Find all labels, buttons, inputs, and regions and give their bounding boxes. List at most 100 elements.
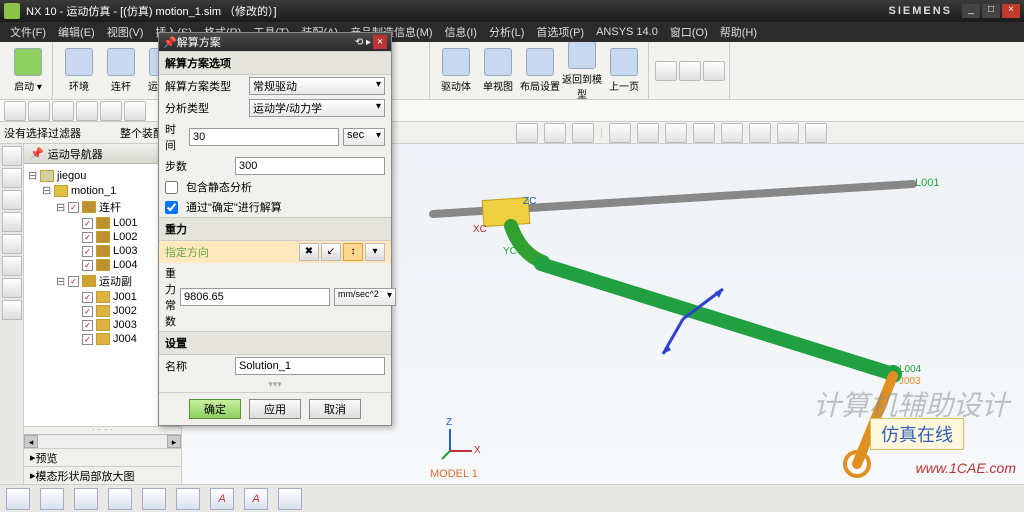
steps-input[interactable]	[235, 157, 385, 175]
part-icon[interactable]	[2, 168, 22, 188]
apply-button[interactable]: 应用	[249, 399, 301, 419]
snap-icon[interactable]	[721, 123, 743, 143]
menubar: 文件(F)编辑(E)视图(V)插入(S)格式(R)工具(T)装配(A)产品制造信…	[0, 22, 1024, 42]
menu-item[interactable]: 编辑(E)	[52, 24, 101, 40]
reuse-icon[interactable]	[2, 234, 22, 254]
bottom-tool-icon[interactable]	[6, 488, 30, 510]
assembly-icon[interactable]	[2, 190, 22, 210]
scrollbar-horizontal[interactable]: ◂▸	[24, 434, 181, 448]
vector-pick-icon[interactable]: ↙	[321, 243, 341, 261]
dialog-pin-icon[interactable]: 📌	[163, 36, 177, 49]
link-button[interactable]: 连杆	[101, 48, 141, 93]
type-label: 解算方案类型	[165, 78, 245, 94]
vector-reverse-icon[interactable]: ↕	[343, 243, 363, 261]
tool-icon[interactable]	[100, 101, 122, 121]
web-icon[interactable]	[2, 300, 22, 320]
tool-icon[interactable]	[679, 61, 701, 81]
tree-node[interactable]: L002	[28, 230, 177, 244]
close-button[interactable]: ×	[1002, 4, 1020, 18]
tree-node[interactable]: L001	[28, 216, 177, 230]
svg-text:L001: L001	[915, 177, 939, 189]
tree-node[interactable]: J001	[28, 290, 177, 304]
bottom-tool-icon[interactable]	[74, 488, 98, 510]
tool-icon[interactable]	[4, 101, 26, 121]
tree-node[interactable]: J002	[28, 304, 177, 318]
view-tool-icon[interactable]	[544, 123, 566, 143]
tool-icon[interactable]	[76, 101, 98, 121]
prev-button[interactable]: 上一页	[604, 48, 644, 93]
layout-button[interactable]: 布局设置	[520, 48, 560, 93]
view-tool-icon[interactable]	[516, 123, 538, 143]
driver-button[interactable]: 驱动体	[436, 48, 476, 93]
tool-icon[interactable]	[52, 101, 74, 121]
tree-node[interactable]: ⊟jiegou	[28, 168, 177, 183]
snap-icon[interactable]	[637, 123, 659, 143]
time-unit-select[interactable]: sec	[343, 128, 385, 146]
time-input[interactable]	[189, 128, 339, 146]
env-button[interactable]: 环境	[59, 48, 99, 93]
tree-node[interactable]: L004	[28, 258, 177, 272]
menu-item[interactable]: 帮助(H)	[714, 24, 763, 40]
filter-select[interactable]: 没有选择过滤器	[4, 125, 114, 141]
preview-section[interactable]: ▸ 预览	[24, 448, 181, 466]
vector-dialog-icon[interactable]: ✖	[299, 243, 319, 261]
minimize-button[interactable]: _	[962, 4, 980, 18]
steps-label: 步数	[165, 158, 231, 174]
snap-icon[interactable]	[749, 123, 771, 143]
solution-type-select[interactable]: 常规驱动	[249, 77, 385, 95]
start-button[interactable]: 启动 ▾	[8, 48, 48, 93]
gconst-unit-select[interactable]: mm/sec^2	[334, 288, 396, 306]
ok-button[interactable]: 确定	[189, 399, 241, 419]
snap-icon[interactable]	[805, 123, 827, 143]
tree-node[interactable]: J004	[28, 332, 177, 346]
snap-icon[interactable]	[665, 123, 687, 143]
name-input[interactable]	[235, 357, 385, 375]
back-button[interactable]: 返回到模型	[562, 42, 602, 100]
roles-icon[interactable]	[2, 278, 22, 298]
menu-item[interactable]: 首选项(P)	[530, 24, 590, 40]
svg-text:XC: XC	[473, 224, 487, 235]
dialog-nav-icon[interactable]: ⟲ ▸	[355, 37, 371, 48]
bottom-tool-icon[interactable]	[176, 488, 200, 510]
menu-item[interactable]: ANSYS 14.0	[590, 26, 664, 38]
snap-icon[interactable]	[609, 123, 631, 143]
tree-node[interactable]: ⊟连杆	[28, 198, 177, 216]
analysis-type-select[interactable]: 运动学/动力学	[249, 99, 385, 117]
gconst-input[interactable]	[180, 288, 330, 306]
constraint-icon[interactable]	[2, 212, 22, 232]
tool-icon[interactable]	[703, 61, 725, 81]
vector-options-icon[interactable]: ▾	[365, 243, 385, 261]
brand-label: SIEMENS	[888, 5, 952, 17]
bottom-tool-icon[interactable]: A	[244, 488, 268, 510]
bottom-tool-icon[interactable]	[278, 488, 302, 510]
menu-item[interactable]: 文件(F)	[4, 24, 52, 40]
tree-node[interactable]: ⊟运动副	[28, 272, 177, 290]
solve-on-ok-checkbox[interactable]	[165, 201, 178, 214]
menu-item[interactable]: 信息(I)	[439, 24, 483, 40]
navigator-icon[interactable]	[2, 146, 22, 166]
menu-item[interactable]: 窗口(O)	[664, 24, 714, 40]
bottom-tool-icon[interactable]	[108, 488, 132, 510]
static-checkbox[interactable]	[165, 181, 178, 194]
history-icon[interactable]	[2, 256, 22, 276]
tree-node[interactable]: J003	[28, 318, 177, 332]
bottom-tool-icon[interactable]	[40, 488, 64, 510]
view-button[interactable]: 单视图	[478, 48, 518, 93]
bottom-tool-icon[interactable]	[142, 488, 166, 510]
modeshape-section[interactable]: ▸ 模态形状局部放大图	[24, 466, 181, 484]
tool-icon[interactable]	[28, 101, 50, 121]
dialog-title: 解算方案	[177, 34, 355, 50]
menu-item[interactable]: 视图(V)	[101, 24, 150, 40]
maximize-button[interactable]: □	[982, 4, 1000, 18]
tool-icon[interactable]	[655, 61, 677, 81]
bottom-tool-icon[interactable]: A	[210, 488, 234, 510]
cancel-button[interactable]: 取消	[309, 399, 361, 419]
tool-icon[interactable]	[124, 101, 146, 121]
view-tool-icon[interactable]	[572, 123, 594, 143]
snap-icon[interactable]	[693, 123, 715, 143]
tree-node[interactable]: ⊟motion_1	[28, 183, 177, 198]
tree-node[interactable]: L003	[28, 244, 177, 258]
dialog-close-button[interactable]: ×	[373, 35, 387, 49]
menu-item[interactable]: 分析(L)	[483, 24, 530, 40]
snap-icon[interactable]	[777, 123, 799, 143]
